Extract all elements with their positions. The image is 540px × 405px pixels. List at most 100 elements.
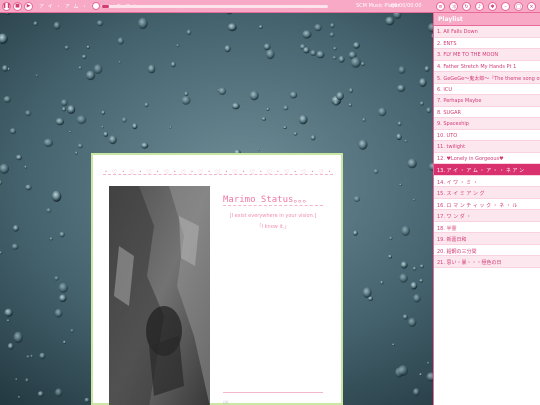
settings-button[interactable]: ✱ (488, 2, 497, 11)
playlist-item[interactable]: 15. ス イ ミ ア ン グ (434, 187, 540, 199)
repeat-icon: ↻ (464, 3, 469, 10)
raindrop (54, 308, 63, 318)
lyrics-button[interactable]: ♪ (475, 2, 484, 11)
raindrop (397, 121, 402, 126)
playlist-item[interactable]: 12. ♥Lonely in Gorgeous♥ (434, 153, 540, 164)
raindrop (353, 196, 361, 202)
raindrop (101, 110, 105, 115)
raindrop (329, 32, 335, 38)
repeat-button[interactable]: ↻ (462, 2, 471, 11)
raindrop (261, 117, 267, 121)
playlist-toggle-button[interactable]: ≡ (436, 2, 445, 11)
raindrop (49, 237, 53, 241)
raindrop (310, 135, 316, 141)
close-button[interactable]: × (527, 2, 536, 11)
raindrop (181, 96, 191, 105)
raindrop (413, 294, 421, 303)
playlist-item[interactable]: 14. イ ワ ・ ミ ・ (434, 176, 540, 187)
raindrop (176, 44, 180, 48)
raindrop (118, 60, 122, 64)
settings-icon: ✱ (490, 3, 495, 10)
raindrop (362, 117, 366, 122)
raindrop (141, 142, 149, 149)
raindrop (82, 54, 87, 59)
raindrop (350, 57, 361, 68)
playlist-item[interactable]: 20. 鉛鋼の三分間 (434, 245, 540, 256)
raindrop (169, 126, 172, 129)
playlist-item[interactable]: 11. twilight (434, 141, 540, 153)
raindrop (224, 45, 231, 53)
lyrics-icon: ♪ (477, 3, 482, 10)
raindrop (332, 56, 337, 60)
minimize-button[interactable]: – (501, 2, 510, 11)
playlist-item[interactable]: 5. GeGeGe～鬼太郎～『The theme song of movie .… (434, 72, 540, 84)
raindrop (15, 154, 23, 161)
raindrop (402, 314, 408, 320)
playlist-item[interactable]: 4. Father Stretch My Hands Pt 1 (434, 61, 540, 72)
raindrop (33, 21, 38, 26)
playlist-icon: ≡ (438, 3, 443, 10)
raindrop (60, 99, 68, 107)
raindrop (404, 139, 408, 143)
raindrop (398, 66, 406, 74)
raindrop (412, 198, 416, 201)
raindrop (419, 78, 427, 87)
playlist-item[interactable]: 6. ICU (434, 84, 540, 95)
raindrop (184, 91, 189, 97)
raindrop (333, 46, 337, 51)
raindrop (401, 225, 410, 236)
playlist-item[interactable]: 10. UTO (434, 130, 540, 141)
playlist-item[interactable]: 9. Spaceship (434, 118, 540, 130)
playlist-item[interactable]: 1. All Falls Down (434, 26, 540, 38)
raindrop (373, 169, 379, 174)
playlist-item[interactable]: 21. 思い・暴・・・極色の日 (434, 256, 540, 268)
next-icon: ▶ (26, 2, 31, 9)
playlist-item[interactable]: 17. ワ ン ダ ・ (434, 210, 540, 222)
volume-button[interactable] (92, 2, 100, 10)
raindrop (25, 184, 32, 191)
playlist-item[interactable]: 13. ア イ ・ ア ム ・ ア ・ ・ ネ ア ン (434, 164, 540, 176)
raindrop (46, 208, 52, 213)
raindrop (249, 90, 259, 101)
playlist-item[interactable]: 2. ENTS (434, 38, 540, 49)
raindrop (26, 355, 30, 359)
raindrop (37, 391, 44, 397)
raindrop (35, 74, 39, 77)
stop-button[interactable]: ■ (13, 1, 22, 11)
playlist-item[interactable]: 3. FLY ME TO THE MOON (434, 49, 540, 61)
raindrop (25, 110, 32, 117)
playlist-item[interactable]: 18. 半霊 (434, 222, 540, 233)
playlist-item[interactable]: 8. SUGAR (434, 107, 540, 118)
card-footer: //// (223, 400, 229, 405)
raindrop (283, 126, 287, 129)
playlist-item[interactable]: 16. ロ マ ン チ ィ ッ ク ・ ネ ・ ル (434, 199, 540, 210)
pause-icon: ❚❚ (2, 2, 11, 9)
raindrop (316, 50, 325, 59)
raindrop (400, 261, 408, 269)
raindrop (258, 25, 263, 29)
playlist-header: Playlist (434, 13, 540, 26)
raindrop (9, 128, 17, 135)
raindrop (303, 47, 310, 54)
raindrop (378, 107, 387, 117)
next-button[interactable]: ▶ (24, 1, 33, 11)
stop-icon: ■ (15, 2, 20, 9)
raindrop (138, 17, 148, 29)
raindrop (55, 388, 63, 397)
playlist-item[interactable]: 19. 新嘉日和 (434, 233, 540, 245)
raindrop (426, 107, 432, 114)
raindrop (84, 397, 90, 403)
raindrop (361, 62, 365, 66)
raindrop (59, 294, 67, 303)
raindrop (358, 139, 368, 150)
raindrop (62, 107, 66, 112)
pause-button[interactable]: ❚❚ (2, 1, 11, 11)
raindrop (389, 236, 393, 241)
shuffle-button[interactable]: ⤨ (449, 2, 458, 11)
decoration-border: ・ ♡ ・ ♡ ・ ♡ ・ ♡ ・ ♡ ・ ♡ ・ ♡ ・ ♡ ・ ♡ ・ ♡ … (103, 169, 333, 175)
raindrop (314, 24, 322, 32)
maximize-button[interactable]: □ (514, 2, 523, 11)
playlist-item[interactable]: 7. Perhaps Maybe (434, 95, 540, 107)
seek-bar[interactable] (102, 5, 328, 8)
raindrop (266, 107, 270, 111)
